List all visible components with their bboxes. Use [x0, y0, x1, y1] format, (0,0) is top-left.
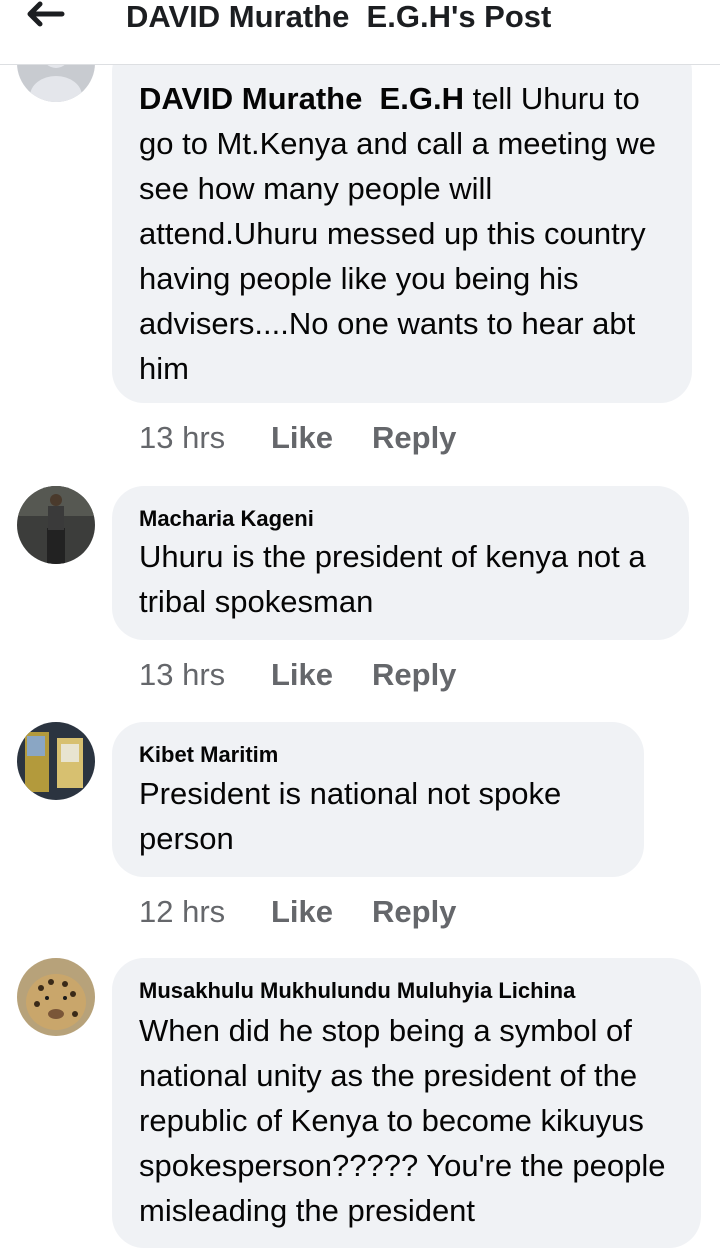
comment-actions: 12 hrs Like Reply: [139, 892, 456, 932]
reply-button[interactable]: Reply: [372, 892, 456, 932]
like-button[interactable]: Like: [271, 418, 372, 458]
comment-timestamp: 13 hrs: [139, 420, 226, 455]
back-button[interactable]: [18, 0, 78, 36]
reply-button[interactable]: Reply: [372, 655, 456, 695]
comment-timestamp: 12 hrs: [139, 894, 226, 929]
comment-bubble: DAVID Murathe E.G.H tell Uhuru to go to …: [112, 40, 692, 403]
like-button[interactable]: Like: [271, 892, 372, 932]
comment-text: When did he stop being a symbol of natio…: [139, 1013, 666, 1228]
comment-actions: 13 hrs Like Reply: [139, 655, 456, 695]
avatar[interactable]: [17, 486, 95, 564]
comment-author[interactable]: Musakhulu Mukhulundu Muluhyia Lichina: [139, 978, 575, 1004]
comment-text: Uhuru is the president of kenya not a tr…: [139, 539, 646, 619]
comment-text: DAVID Murathe E.G.H tell Uhuru to go to …: [139, 81, 656, 386]
avatar[interactable]: [17, 722, 95, 800]
comment-timestamp: 13 hrs: [139, 657, 226, 692]
like-button[interactable]: Like: [271, 655, 372, 695]
reply-button[interactable]: Reply: [372, 418, 456, 458]
comment-bubble: Musakhulu Mukhulundu Muluhyia Lichina Wh…: [112, 958, 701, 1248]
comment-author[interactable]: DAVID Murathe E.G.H: [139, 81, 464, 116]
avatar[interactable]: [17, 958, 95, 1036]
comment-author[interactable]: Kibet Maritim: [139, 742, 278, 768]
comment-bubble: Kibet Maritim President is national not …: [112, 722, 644, 877]
comment-author[interactable]: Macharia Kageni: [139, 506, 314, 532]
comment-actions: 13 hrs Like Reply: [139, 418, 456, 458]
back-arrow-icon: [27, 1, 65, 27]
comment-text: President is national not spoke person: [139, 776, 562, 856]
page-title: DAVID Murathe E.G.H's Post: [126, 0, 552, 34]
top-bar: DAVID Murathe E.G.H's Post: [0, 0, 720, 65]
comment-bubble: Macharia Kageni Uhuru is the president o…: [112, 486, 689, 640]
